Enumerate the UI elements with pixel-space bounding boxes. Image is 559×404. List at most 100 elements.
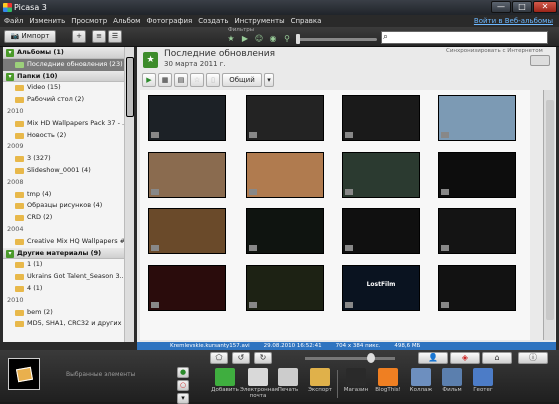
other-header[interactable]: ▾ Другие материалы (9)	[3, 247, 124, 260]
folder-item[interactable]: Mix HD Wallpapers Pack 37 - ...	[3, 118, 124, 130]
folder-item[interactable]: tmp (4)	[3, 189, 124, 201]
video-icon[interactable]: ▶	[239, 34, 251, 44]
print-button[interactable]: Печать	[270, 368, 306, 393]
folder-item[interactable]: Creative Mix HQ Wallpapers #...	[3, 236, 124, 248]
places-panel-icon[interactable]: ◈	[450, 352, 480, 364]
add-to-album-button[interactable]: ▾	[177, 393, 189, 404]
rotate-right-icon[interactable]: ↻	[254, 352, 272, 364]
menu-view[interactable]: Просмотр	[71, 15, 107, 27]
menu-help[interactable]: Справка	[291, 15, 322, 27]
picasa-window: Picasa 3 — □ ✕ Файл Изменить Просмотр Ал…	[0, 0, 559, 404]
menu-file[interactable]: Файл	[4, 15, 23, 27]
star-icon[interactable]: ★	[225, 34, 237, 44]
photo-thumbnail[interactable]	[342, 208, 420, 254]
photo-thumbnail[interactable]	[342, 95, 420, 141]
folder-item[interactable]: Образцы рисунков (4)	[3, 200, 124, 212]
photo-thumbnail[interactable]	[246, 95, 324, 141]
filter-buttons: ★ ▶ ☺ ◉ ⚲	[225, 34, 293, 44]
search-input[interactable]	[381, 31, 548, 44]
shop-button[interactable]: Магазин	[338, 368, 374, 393]
window-controls: — □ ✕	[491, 1, 557, 14]
photo-thumbnail[interactable]	[148, 208, 226, 254]
view-list-button[interactable]: ≡	[92, 30, 106, 43]
geotag-button[interactable]: Геотег	[465, 368, 501, 393]
movie-icon[interactable]: ▤	[174, 73, 188, 87]
hold-button[interactable]: ●	[177, 367, 189, 378]
scroll-thumb[interactable]	[126, 57, 134, 117]
menu-tools[interactable]: Инструменты	[235, 15, 285, 27]
tags-panel-icon[interactable]: ⌂	[482, 352, 512, 364]
menu-photo[interactable]: Фотография	[146, 15, 192, 27]
photo-thumbnail[interactable]	[438, 208, 516, 254]
collapse-icon[interactable]: ▾	[6, 249, 14, 258]
photo-thumbnail[interactable]	[342, 152, 420, 198]
globe-icon	[473, 368, 493, 386]
grid-scroll-thumb[interactable]	[546, 100, 554, 320]
clear-tray-button[interactable]: ○	[177, 380, 189, 391]
person-icon[interactable]: ☺	[253, 34, 265, 44]
share-dropdown-icon[interactable]: ▾	[264, 73, 274, 87]
play-slideshow-button[interactable]: ▶	[142, 73, 156, 87]
folder-icon	[15, 85, 24, 92]
photo-thumbnail[interactable]	[148, 265, 226, 311]
view-tree-button[interactable]: ☰	[108, 30, 122, 43]
folder-item[interactable]: Video (15)	[3, 82, 124, 94]
maximize-button[interactable]: □	[512, 1, 532, 13]
import-button[interactable]: 📷 Импорт	[4, 30, 56, 43]
signin-link[interactable]: Войти в Веб-альбомы	[474, 15, 553, 27]
photo-thumbnail[interactable]	[148, 152, 226, 198]
rotate-left-icon[interactable]: ↺	[232, 352, 250, 364]
add-album-button[interactable]: +	[72, 30, 86, 43]
folder-item[interactable]: bem (2)	[3, 307, 124, 319]
folder-item[interactable]: Новость (2)	[3, 130, 124, 142]
filter-slider-knob[interactable]	[296, 34, 300, 44]
share-button[interactable]: Общий доступ	[222, 73, 262, 96]
photo-thumbnail[interactable]	[438, 265, 516, 311]
photo-thumbnail[interactable]	[246, 265, 324, 311]
minimize-button[interactable]: —	[491, 1, 511, 13]
photo-thumbnail[interactable]	[148, 95, 226, 141]
blogthis-button[interactable]: BlogThis!	[370, 368, 406, 393]
folder-item[interactable]: 3 (327)	[3, 153, 124, 165]
album-item-recent[interactable]: Последние обновления (23)	[3, 58, 124, 71]
folder-item[interactable]: Рабочий стол (2)	[3, 94, 124, 106]
sync-label: Синхронизировать с Интернетом	[446, 48, 543, 54]
folders-header[interactable]: ▾ Папки (10)	[3, 70, 124, 83]
tray-thumbnail[interactable]	[8, 358, 40, 390]
photo-thumbnail[interactable]	[438, 152, 516, 198]
grid-scrollbar[interactable]	[543, 90, 555, 340]
export-button[interactable]: Экспорт	[302, 368, 338, 393]
menu-album[interactable]: Альбом	[113, 15, 140, 27]
collapse-icon[interactable]: ▾	[6, 72, 14, 81]
folder-item[interactable]: CRD (2)	[3, 212, 124, 224]
photo-thumbnail[interactable]	[438, 95, 516, 141]
albums-header[interactable]: ▾ Альбомы (1)	[3, 47, 124, 59]
library-scrollbar[interactable]	[124, 47, 134, 342]
pin-icon[interactable]: ⚲	[281, 34, 293, 44]
folder-item[interactable]: MD5, SHA1, CRC32 и других ...	[3, 318, 124, 330]
zoom-slider-knob[interactable]	[367, 353, 375, 363]
collage-icon[interactable]: ▦	[158, 73, 172, 87]
star-outline-icon[interactable]: ☆	[190, 73, 204, 87]
collapse-icon[interactable]: ▾	[6, 49, 14, 57]
menu-create[interactable]: Создать	[198, 15, 228, 27]
upload-button[interactable]: Добавить	[207, 368, 243, 393]
properties-panel-icon[interactable]: ⓘ	[518, 352, 548, 364]
zoom-slider[interactable]	[305, 357, 395, 360]
photo-thumbnail[interactable]: LostFilm	[342, 265, 420, 311]
menu-edit[interactable]: Изменить	[29, 15, 65, 27]
folder-item[interactable]: 4 (1)	[3, 283, 124, 295]
folder-item[interactable]: 1 (1)	[3, 259, 124, 271]
sync-toggle[interactable]	[530, 55, 550, 66]
folder-item[interactable]: Ukrains Got Talent_Season 3...	[3, 271, 124, 283]
location-icon[interactable]: ◉	[267, 34, 279, 44]
video-badge-icon	[441, 245, 449, 251]
shape-icon[interactable]: ⬠	[210, 352, 228, 364]
photo-thumbnail[interactable]	[246, 208, 324, 254]
filter-slider[interactable]	[297, 38, 377, 41]
folder-item[interactable]: Slideshow_0001 (4)	[3, 165, 124, 177]
trash-icon[interactable]: ▯	[206, 73, 220, 87]
close-button[interactable]: ✕	[533, 1, 557, 13]
people-panel-icon[interactable]: 👤	[418, 352, 448, 364]
photo-thumbnail[interactable]	[246, 152, 324, 198]
